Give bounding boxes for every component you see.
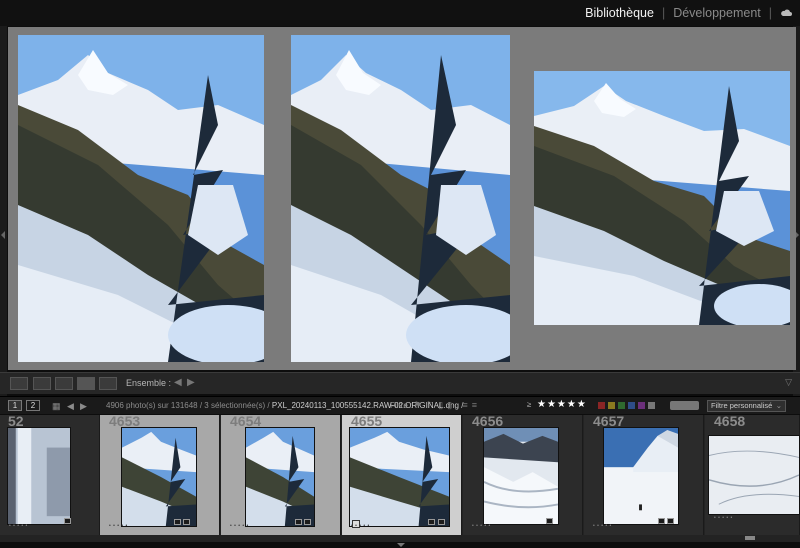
survey-photo-3[interactable] — [534, 71, 790, 325]
edit-badge-icon — [428, 519, 435, 525]
thumbnail[interactable] — [349, 427, 450, 527]
compare-view-icon[interactable] — [55, 377, 73, 390]
filter-label: Filtre : — [390, 401, 413, 410]
survey-view-icon[interactable] — [77, 377, 95, 390]
view-toolbar: Ensemble : ◀ ▶ ▽ — [0, 372, 800, 394]
thumbnail[interactable] — [708, 435, 800, 515]
edit-badge-icon — [174, 519, 181, 525]
cell-number: 4658 — [714, 413, 746, 429]
filmstrip-cell[interactable]: 4656 • • • • • — [463, 413, 583, 535]
toolbar-menu-icon[interactable]: ▽ — [785, 377, 792, 388]
cell-rating[interactable]: • • • • • — [714, 515, 733, 521]
color-label-green[interactable] — [618, 402, 625, 409]
thumbnail[interactable] — [121, 427, 197, 527]
survey-photo-2[interactable] — [291, 35, 510, 362]
grid-icon[interactable]: ▦ — [52, 401, 61, 412]
photo-count: 4906 photo(s) sur 131648 / 3 sélectionné… — [106, 401, 270, 410]
filmstrip-cell[interactable]: 52 • • • • • — [0, 413, 100, 535]
color-label-blue[interactable] — [628, 402, 635, 409]
loupe-view-icon[interactable] — [33, 377, 51, 390]
filmstrip-cell[interactable]: 4657 • • • • • — [584, 413, 704, 535]
flag-filter-icons[interactable]: ⚑⚐▯▯ ≡≡ — [414, 400, 481, 411]
cell-rating[interactable]: • • • • • — [472, 523, 491, 529]
forward-arrow-icon[interactable]: ▶ — [80, 401, 87, 412]
thumbnail[interactable] — [483, 427, 559, 525]
survey-view — [8, 27, 796, 370]
filter-lock-toggle[interactable] — [670, 401, 699, 410]
filmstrip-cell-current[interactable]: 4655 • • • • • — [342, 413, 462, 535]
cell-rating[interactable]: • • • • • — [593, 523, 612, 529]
next-arrow-icon[interactable]: ▶ — [187, 377, 195, 388]
filmstrip-cell[interactable]: 4658 • • • • • — [705, 413, 800, 535]
cell-rating[interactable]: • • • • • — [9, 523, 28, 529]
edit-badge-icon — [295, 519, 302, 525]
color-label-red[interactable] — [598, 402, 605, 409]
edit-badge-icon — [546, 518, 553, 524]
module-separator: | — [768, 6, 772, 20]
filmstrip-scroll-thumb[interactable] — [745, 536, 755, 540]
color-label-yellow[interactable] — [608, 402, 615, 409]
custom-filter-value: Filtre personnalisé — [711, 401, 773, 410]
edit-badge-icon — [658, 518, 665, 524]
cell-rating[interactable]: • • • • • — [109, 523, 128, 529]
module-picker: Bibliothèque | Développement | — [585, 6, 772, 20]
crop-badge-icon — [304, 519, 311, 525]
thumbnail[interactable] — [603, 427, 679, 525]
cell-rating[interactable]: • • • • • — [351, 523, 370, 529]
module-library[interactable]: Bibliothèque — [585, 6, 654, 20]
filmstrip-cell[interactable]: 4653 • • • • • — [100, 413, 220, 535]
cell-rating[interactable]: • • • • • — [230, 523, 249, 529]
back-arrow-icon[interactable]: ◀ — [67, 401, 74, 412]
module-bar: Bibliothèque | Développement | — [0, 0, 800, 26]
color-label-none[interactable] — [648, 402, 655, 409]
filmstrip-cell[interactable]: 4654 • • • • • — [221, 413, 341, 535]
ensemble-label: Ensemble : — [126, 378, 172, 388]
rating-filter-stars[interactable]: ★★★★★ — [537, 399, 587, 410]
edit-badge-icon — [64, 518, 71, 524]
thumbnail[interactable] — [245, 427, 315, 527]
module-separator: | — [661, 6, 666, 20]
screen-1-button[interactable]: 1 — [8, 400, 22, 411]
filmstrip-bar: 1 2 ▦ ◀ ▶ 4906 photo(s) sur 131648 / 3 s… — [0, 396, 800, 414]
lightroom-window: Bibliothèque | Développement | Ensemble … — [0, 0, 800, 548]
filmstrip: 52 • • • • • 4653 • • • • • 4654 • • • •… — [0, 413, 800, 542]
chevron-down-icon: ⌄ — [775, 401, 782, 410]
filmstrip-toggle-icon[interactable] — [397, 543, 405, 547]
survey-photo-1[interactable] — [18, 35, 264, 362]
module-develop[interactable]: Développement — [673, 6, 761, 20]
thumbnail[interactable] — [7, 427, 71, 525]
crop-badge-icon — [667, 518, 674, 524]
left-panel-toggle-icon[interactable] — [1, 231, 5, 239]
rating-operator[interactable]: ≥ — [527, 400, 531, 409]
crop-badge-icon — [183, 519, 190, 525]
crop-badge-icon — [438, 519, 445, 525]
people-view-icon[interactable] — [99, 377, 117, 390]
left-panel-edge[interactable] — [0, 26, 7, 396]
custom-filter-select[interactable]: Filtre personnalisé ⌄ — [707, 400, 786, 412]
color-label-purple[interactable] — [638, 402, 645, 409]
grid-view-icon[interactable] — [10, 377, 28, 390]
screen-2-button[interactable]: 2 — [26, 400, 40, 411]
previous-arrow-icon[interactable]: ◀ — [174, 377, 182, 388]
cloud-icon[interactable] — [780, 8, 792, 17]
